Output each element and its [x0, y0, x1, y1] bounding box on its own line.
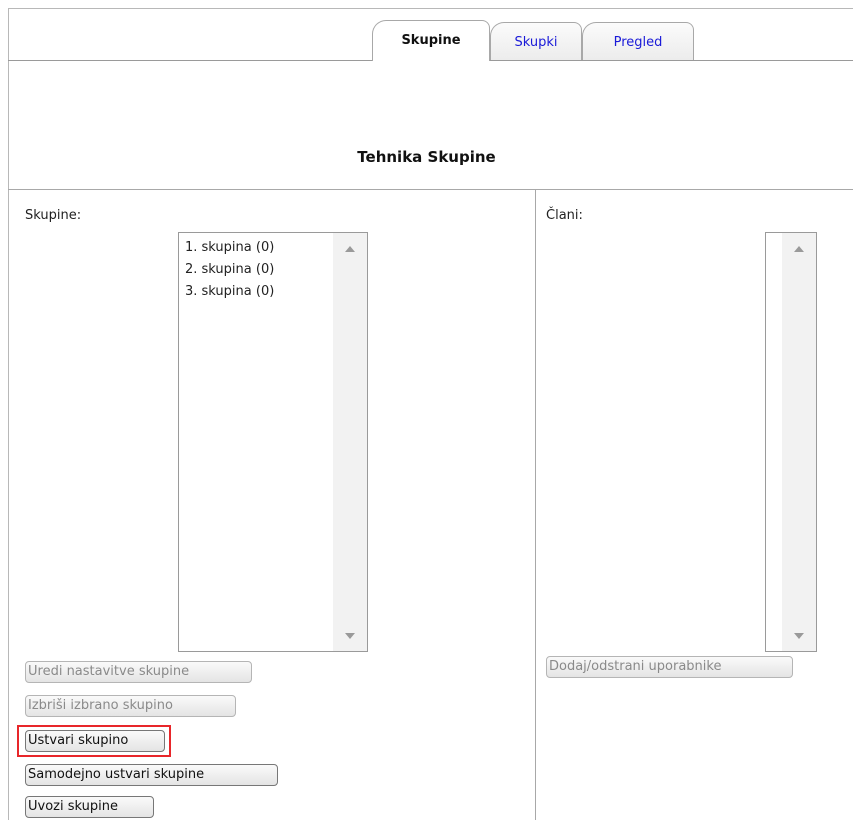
frame-left-border [8, 8, 9, 820]
groups-listbox[interactable]: 1. skupina (0) 2. skupina (0) 3. skupina… [178, 232, 368, 652]
members-label: Člani: [546, 208, 583, 223]
groups-scrollbar[interactable] [333, 233, 367, 651]
heading-divider [8, 189, 853, 190]
group-option[interactable]: 3. skupina (0) [185, 281, 274, 303]
tab-pregled[interactable]: Pregled [582, 22, 694, 60]
import-groups-button[interactable]: Uvozi skupine [25, 796, 154, 818]
groups-label: Skupine: [25, 208, 82, 223]
add-remove-users-button[interactable]: Dodaj/odstrani uporabnike [546, 656, 793, 678]
scroll-up-arrow-icon[interactable] [345, 246, 355, 252]
page-title: Tehnika Skupine [357, 148, 496, 166]
members-scrollbar[interactable] [782, 233, 816, 651]
scroll-down-arrow-icon[interactable] [794, 633, 804, 639]
auto-create-groups-button[interactable]: Samodejno ustvari skupine [25, 764, 278, 786]
members-listbox[interactable] [765, 232, 817, 652]
group-option[interactable]: 2. skupina (0) [185, 259, 274, 281]
scroll-up-arrow-icon[interactable] [794, 246, 804, 252]
delete-selected-group-button[interactable]: Izbriši izbrano skupino [25, 695, 236, 717]
frame-top-border [8, 8, 853, 9]
groups-options: 1. skupina (0) 2. skupina (0) 3. skupina… [185, 237, 274, 303]
tab-skupki[interactable]: Skupki [490, 22, 582, 60]
group-option[interactable]: 1. skupina (0) [185, 237, 274, 259]
column-divider [535, 190, 536, 820]
edit-group-settings-button[interactable]: Uredi nastavitve skupine [25, 661, 252, 683]
scroll-down-arrow-icon[interactable] [345, 633, 355, 639]
create-group-button[interactable]: Ustvari skupino [25, 730, 165, 752]
tab-skupine[interactable]: Skupine [372, 20, 490, 61]
